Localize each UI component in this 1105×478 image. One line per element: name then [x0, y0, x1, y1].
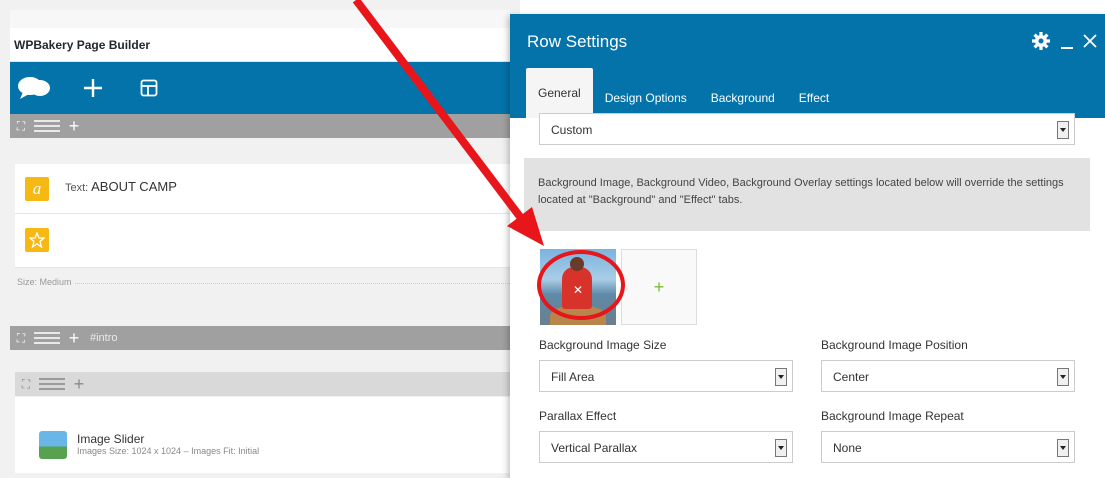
expand-icon[interactable]: ⛶ — [15, 372, 37, 396]
minimize-icon[interactable] — [1058, 30, 1076, 52]
builder-logo-icon[interactable] — [14, 62, 54, 114]
tab-background[interactable]: Background — [699, 78, 787, 118]
row-layout-icon[interactable] — [37, 372, 67, 396]
row-layout-icon[interactable] — [32, 326, 62, 350]
bg-size-value: Fill Area — [551, 370, 595, 384]
expand-icon[interactable]: ⛶ — [10, 326, 32, 350]
row-controls-bar: ⛶ + — [10, 114, 510, 138]
builder-header: WPBakery Page Builder — [10, 28, 510, 62]
top-strip — [10, 10, 510, 28]
highlight-circle — [537, 250, 625, 320]
text-element[interactable]: a Text: ABOUT CAMP — [15, 164, 510, 214]
builder-title: WPBakery Page Builder — [14, 38, 151, 52]
chevron-down-icon — [1057, 439, 1069, 457]
gear-icon[interactable] — [1030, 30, 1052, 52]
panel-tabs: General Design Options Background Effect — [526, 68, 841, 118]
row-layout-icon[interactable] — [32, 114, 62, 138]
templates-icon[interactable] — [134, 62, 164, 114]
panel-header: Row Settings General Design Options Back… — [510, 14, 1105, 118]
bg-size-select[interactable]: Fill Area — [539, 360, 793, 392]
bg-position-value: Center — [833, 370, 870, 384]
bg-position-label: Background Image Position — [821, 338, 968, 352]
add-column-icon[interactable]: + — [67, 372, 91, 396]
bg-repeat-select[interactable]: None — [821, 431, 1075, 463]
row-spacer — [10, 350, 510, 372]
intro-row-controls-bar: ⛶ + #intro — [10, 326, 510, 350]
text-element-value: ABOUT CAMP — [91, 179, 177, 194]
tab-design-options[interactable]: Design Options — [593, 78, 699, 118]
row-spacer — [10, 138, 510, 164]
chevron-down-icon — [775, 439, 787, 457]
star-icon — [25, 228, 49, 252]
builder-toolbar — [10, 62, 510, 114]
close-icon[interactable] — [1080, 30, 1100, 52]
rating-element[interactable] — [15, 214, 510, 268]
panel-title: Row Settings — [527, 32, 628, 51]
row-settings-panel: Row Settings General Design Options Back… — [510, 14, 1105, 478]
parallax-label: Parallax Effect — [539, 409, 617, 423]
bg-position-select[interactable]: Center — [821, 360, 1075, 392]
add-column-icon[interactable]: + — [62, 326, 86, 350]
text-element-label: Text: — [65, 182, 89, 194]
inner-row-controls-bar: ⛶ + — [15, 372, 510, 396]
parallax-value: Vertical Parallax — [551, 441, 638, 455]
chevron-down-icon — [1057, 368, 1069, 386]
image-slider-meta: Images Size: 1024 x 1024 – Images Fit: I… — [77, 446, 260, 456]
image-slider-icon — [39, 431, 67, 459]
background-type-select[interactable]: Custom — [539, 113, 1075, 145]
screenshot-stage: WPBakery Page Builder ⛶ + a Text: ABOUT … — [0, 0, 1105, 478]
size-value: Medium — [39, 277, 72, 287]
size-row: Size: Medium — [15, 269, 510, 297]
bg-size-label: Background Image Size — [539, 338, 667, 352]
chevron-down-icon — [1057, 121, 1069, 139]
background-type-value: Custom — [551, 123, 593, 137]
bg-repeat-value: None — [833, 441, 862, 455]
add-image-button[interactable]: + — [621, 249, 697, 325]
parallax-select[interactable]: Vertical Parallax — [539, 431, 793, 463]
size-divider — [75, 283, 510, 284]
text-block-icon: a — [25, 177, 49, 201]
override-notice: Background Image, Background Video, Back… — [524, 158, 1090, 231]
add-element-icon[interactable] — [78, 62, 108, 114]
page-builder: WPBakery Page Builder ⛶ + a Text: ABOUT … — [0, 0, 520, 478]
tab-general[interactable]: General — [526, 68, 593, 118]
bg-repeat-label: Background Image Repeat — [821, 409, 964, 423]
expand-icon[interactable]: ⛶ — [10, 114, 32, 138]
image-slider-element[interactable]: Image Slider Images Size: 1024 x 1024 – … — [15, 397, 510, 473]
tab-effect[interactable]: Effect — [787, 78, 841, 118]
row-id-label: #intro — [90, 332, 118, 344]
add-column-icon[interactable]: + — [62, 114, 86, 138]
size-label: Size: — [17, 277, 38, 287]
image-slider-title: Image Slider — [77, 432, 145, 446]
chevron-down-icon — [775, 368, 787, 386]
